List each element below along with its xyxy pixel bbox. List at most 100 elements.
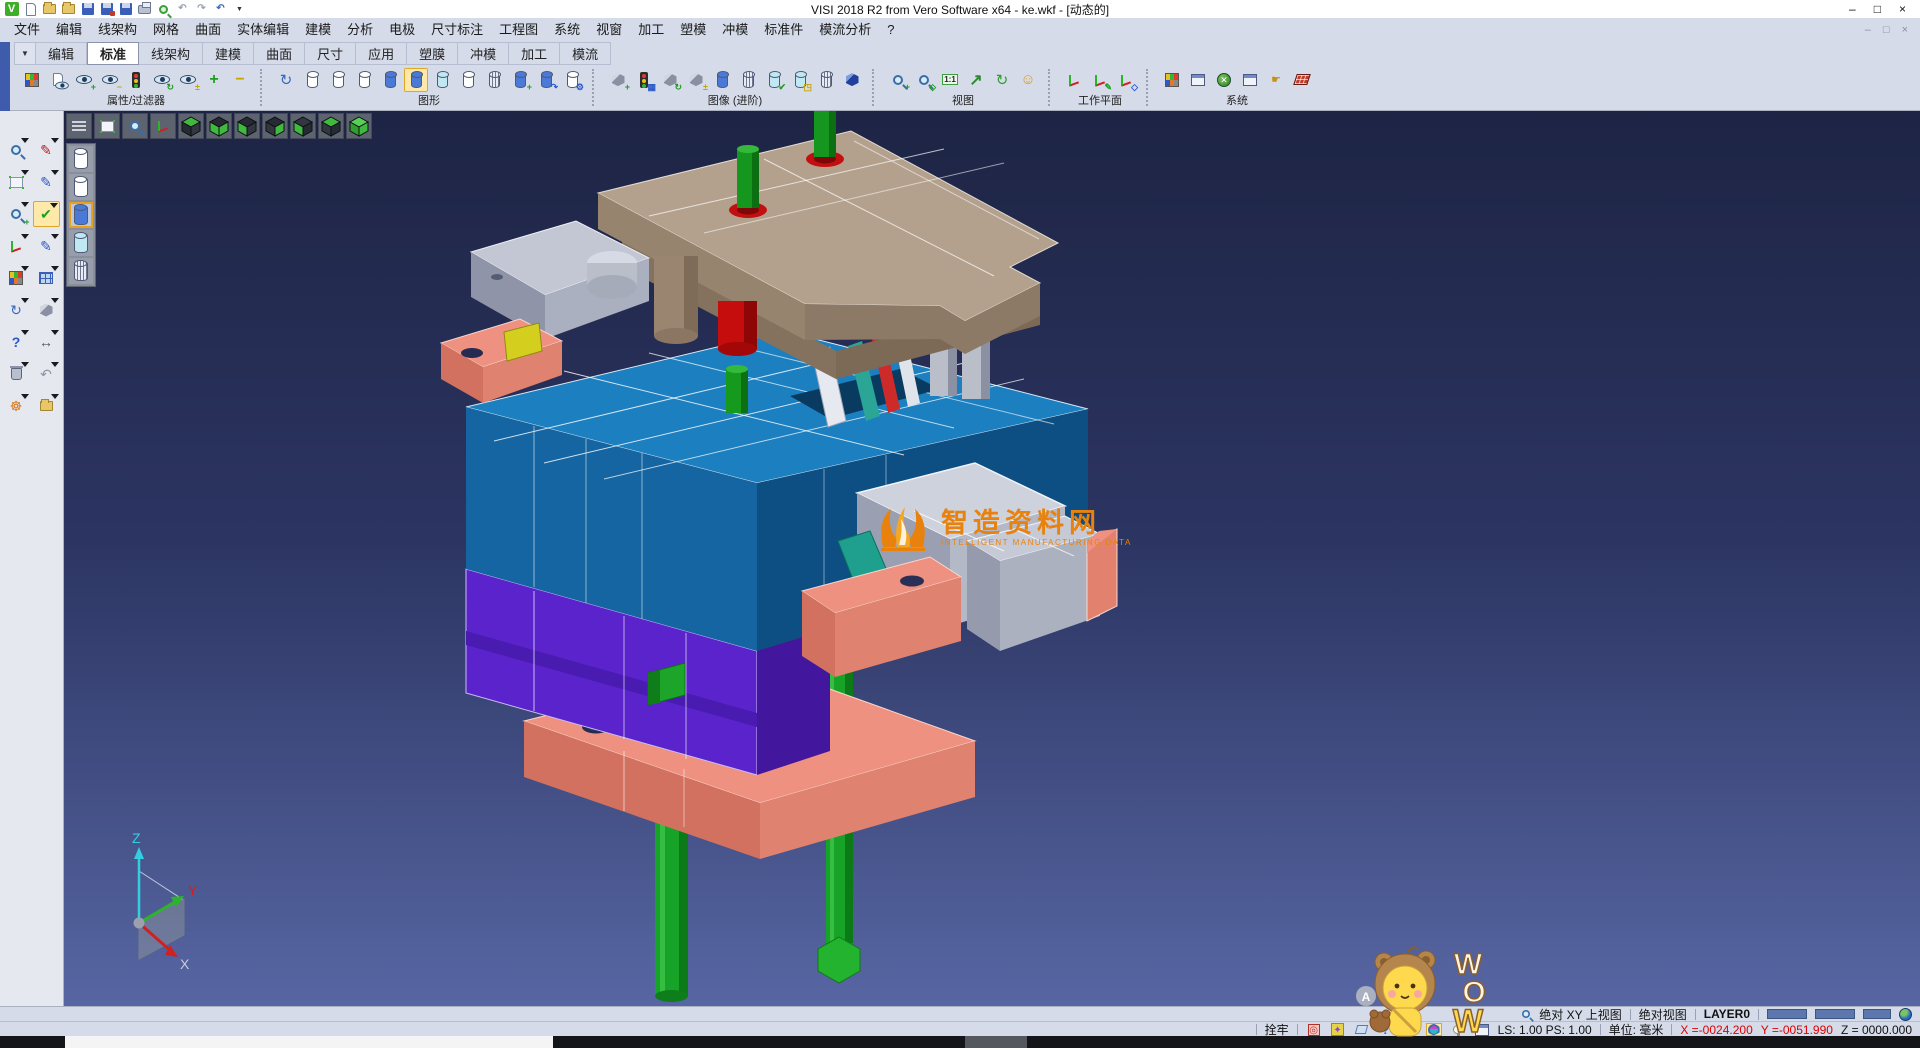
attribute-paint-icon[interactable] <box>20 68 44 92</box>
solids-toggle-icon[interactable]: ± <box>684 68 708 92</box>
minimize-button[interactable]: – <box>1849 0 1856 18</box>
zoom-preview-icon[interactable] <box>3 137 30 163</box>
status-search-icon[interactable] <box>1522 1010 1530 1018</box>
menu-analysis[interactable]: 分析 <box>339 19 381 41</box>
validate-icon[interactable]: ✔ <box>33 201 60 227</box>
new-file-icon[interactable] <box>23 2 38 16</box>
viewport-menu-icon[interactable] <box>66 113 92 139</box>
workplane-set-icon[interactable] <box>1062 68 1086 92</box>
viewport-zoom-icon[interactable] <box>122 113 148 139</box>
workplane-view-icon[interactable]: ◇ <box>1114 68 1138 92</box>
undo-icon[interactable]: ↶ <box>175 2 190 16</box>
view-refresh-icon[interactable]: ↻ <box>990 68 1014 92</box>
tab-application[interactable]: 应用 <box>356 42 407 65</box>
light-toggle-icon[interactable] <box>1450 1023 1466 1036</box>
view-back-icon[interactable] <box>318 113 344 139</box>
regenerate-icon[interactable]: ↻ <box>3 297 30 323</box>
view-reference-label[interactable]: 绝对视图 <box>1639 1006 1687 1023</box>
sprue-bushing-red[interactable] <box>718 301 757 356</box>
package-icon[interactable] <box>1402 1023 1418 1036</box>
body-check-icon[interactable]: ✔ <box>762 68 786 92</box>
window-split-icon[interactable] <box>1474 1023 1490 1036</box>
undo-step-icon[interactable]: ↶ <box>33 361 60 387</box>
attributes-palette-icon[interactable] <box>3 265 30 291</box>
3d-viewport[interactable]: Z Y X 智造资料网 INTELLIGENT MANUFACTURING DA… <box>64 111 1920 1006</box>
layer-visible-icon[interactable] <box>430 68 454 92</box>
layer-empty-1-icon[interactable] <box>69 146 93 172</box>
tab-wireframe[interactable]: 线架构 <box>139 42 203 65</box>
undo-history-icon[interactable]: ↶ <box>213 2 228 16</box>
view-top-icon[interactable] <box>178 113 204 139</box>
menu-electrode[interactable]: 电极 <box>381 19 423 41</box>
view-front-icon[interactable] <box>290 113 316 139</box>
spline-edit-icon[interactable]: ✎ <box>33 233 60 259</box>
layer-hatched-icon[interactable] <box>482 68 506 92</box>
menu-file[interactable]: 文件 <box>6 19 48 41</box>
workplane-axes-icon[interactable] <box>3 233 30 259</box>
solid-cube-icon[interactable] <box>840 68 864 92</box>
menu-surface[interactable]: 曲面 <box>187 19 229 41</box>
color-swatch-3[interactable] <box>1863 1009 1891 1019</box>
save-all-icon[interactable] <box>118 2 133 16</box>
save-icon[interactable] <box>80 2 95 16</box>
layer-add-icon[interactable]: + <box>508 68 532 92</box>
menu-progress[interactable]: 冲模 <box>714 19 756 41</box>
zoom-one-to-one-icon[interactable]: 1:1 <box>938 68 962 92</box>
qat-more-icon[interactable]: ▼ <box>232 2 247 16</box>
menu-modeling[interactable]: 建模 <box>297 19 339 41</box>
body-blue-icon[interactable] <box>710 68 734 92</box>
menu-window[interactable]: 视窗 <box>588 19 630 41</box>
eraser-icon[interactable] <box>1354 1023 1370 1036</box>
3d-viewport-scene[interactable]: Z Y X <box>64 111 1920 1006</box>
color-swatch-2[interactable] <box>1815 1009 1855 1019</box>
layer-refresh-icon[interactable]: ↻ <box>274 68 298 92</box>
layer-empty-2-icon[interactable] <box>69 174 93 200</box>
system-tools-icon[interactable] <box>1212 68 1236 92</box>
menu-machining[interactable]: 加工 <box>630 19 672 41</box>
tab-standard[interactable]: 标准 <box>87 42 139 65</box>
print-preview-icon[interactable] <box>156 2 171 16</box>
visi-logo-icon[interactable]: V <box>4 2 19 16</box>
window-config-icon[interactable] <box>1238 68 1262 92</box>
tab-machining[interactable]: 加工 <box>509 42 560 65</box>
layer-empty2-icon[interactable] <box>326 68 350 92</box>
window-grid-icon[interactable] <box>33 265 60 291</box>
ucs-cube-icon[interactable] <box>1426 1023 1442 1036</box>
sketch-curve-icon[interactable]: ✎ <box>33 169 60 195</box>
menu-mould[interactable]: 塑模 <box>672 19 714 41</box>
support-column-tan[interactable] <box>654 256 698 344</box>
tab-flow[interactable]: 模流 <box>560 42 611 65</box>
view-bottom-icon[interactable] <box>206 113 232 139</box>
layer-settings-icon[interactable]: ⚙ <box>560 68 584 92</box>
view-right-icon[interactable] <box>262 113 288 139</box>
taskbar-app-segment[interactable] <box>65 1036 553 1048</box>
menu-dimension[interactable]: 尺寸标注 <box>423 19 491 41</box>
mdi-restore-button[interactable]: □ <box>1883 24 1890 36</box>
layer-empty-icon[interactable] <box>300 68 324 92</box>
layer-copy-icon[interactable]: ↷ <box>534 68 558 92</box>
open-copy-icon[interactable] <box>61 2 76 16</box>
show-add-icon[interactable]: + <box>72 68 96 92</box>
print-icon[interactable] <box>137 2 152 16</box>
tab-surface[interactable]: 曲面 <box>254 42 305 65</box>
delete-sketch-icon[interactable]: ✎ <box>33 137 60 163</box>
view-isometric-icon[interactable] <box>346 113 372 139</box>
navigation-wheel-icon[interactable]: ☸ <box>3 393 30 419</box>
mdi-close-button[interactable]: × <box>1902 24 1908 36</box>
snap-settings-icon[interactable] <box>1306 1023 1322 1036</box>
tab-dimension[interactable]: 尺寸 <box>305 42 356 65</box>
tab-dropdown-button[interactable]: ▼ <box>14 42 36 65</box>
scrollbar-thumb[interactable] <box>965 1036 1027 1048</box>
menu-edit[interactable]: 编辑 <box>48 19 90 41</box>
refresh-visibility-icon[interactable]: ↻ <box>150 68 174 92</box>
help-query-icon[interactable]: ? <box>3 329 30 355</box>
open-file-icon[interactable] <box>42 2 57 16</box>
help-icon[interactable]: ? <box>1378 1023 1394 1036</box>
view-mode-label[interactable]: 绝对 XY 上视图 <box>1539 1006 1621 1023</box>
body-corner-icon[interactable]: ◳ <box>788 68 812 92</box>
menu-standard-parts[interactable]: 标准件 <box>756 19 811 41</box>
color-palette-icon[interactable] <box>1160 68 1184 92</box>
color-swatch-1[interactable] <box>1767 1009 1807 1019</box>
measure-distance-icon[interactable]: ↔ <box>33 329 60 355</box>
render-smiley-icon[interactable]: ☺ <box>1016 68 1040 92</box>
